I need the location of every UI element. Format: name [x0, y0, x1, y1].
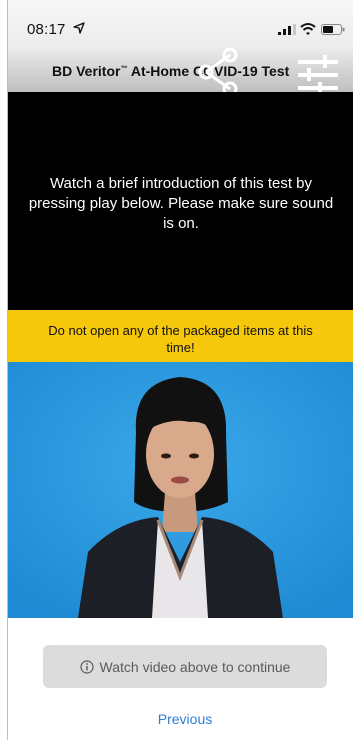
share-icon[interactable]	[196, 47, 240, 97]
continue-label: Watch video above to continue	[99, 658, 291, 675]
continue-button[interactable]: Watch video above to continue	[43, 645, 327, 688]
status-bar: 08:17	[8, 0, 353, 44]
info-icon	[79, 659, 94, 674]
intro-video[interactable]	[8, 362, 353, 618]
intro-panel: Watch a brief introduction of this test …	[8, 92, 353, 310]
location-arrow-icon	[73, 22, 85, 34]
filter-icon[interactable]	[296, 55, 340, 95]
battery-icon	[321, 24, 345, 35]
page-title: BD Veritor™ At-Home COVID-19 Test	[52, 63, 290, 79]
intro-text: Watch a brief introduction of this test …	[28, 175, 334, 232]
warning-text: Do not open any of the packaged items at…	[48, 323, 313, 355]
video-presenter-image	[8, 362, 353, 618]
previous-link[interactable]: Previous	[140, 711, 230, 727]
status-time: 08:17	[27, 21, 66, 38]
signal-icon	[278, 24, 296, 35]
warning-banner: Do not open any of the packaged items at…	[8, 310, 353, 362]
wifi-icon	[300, 23, 316, 35]
